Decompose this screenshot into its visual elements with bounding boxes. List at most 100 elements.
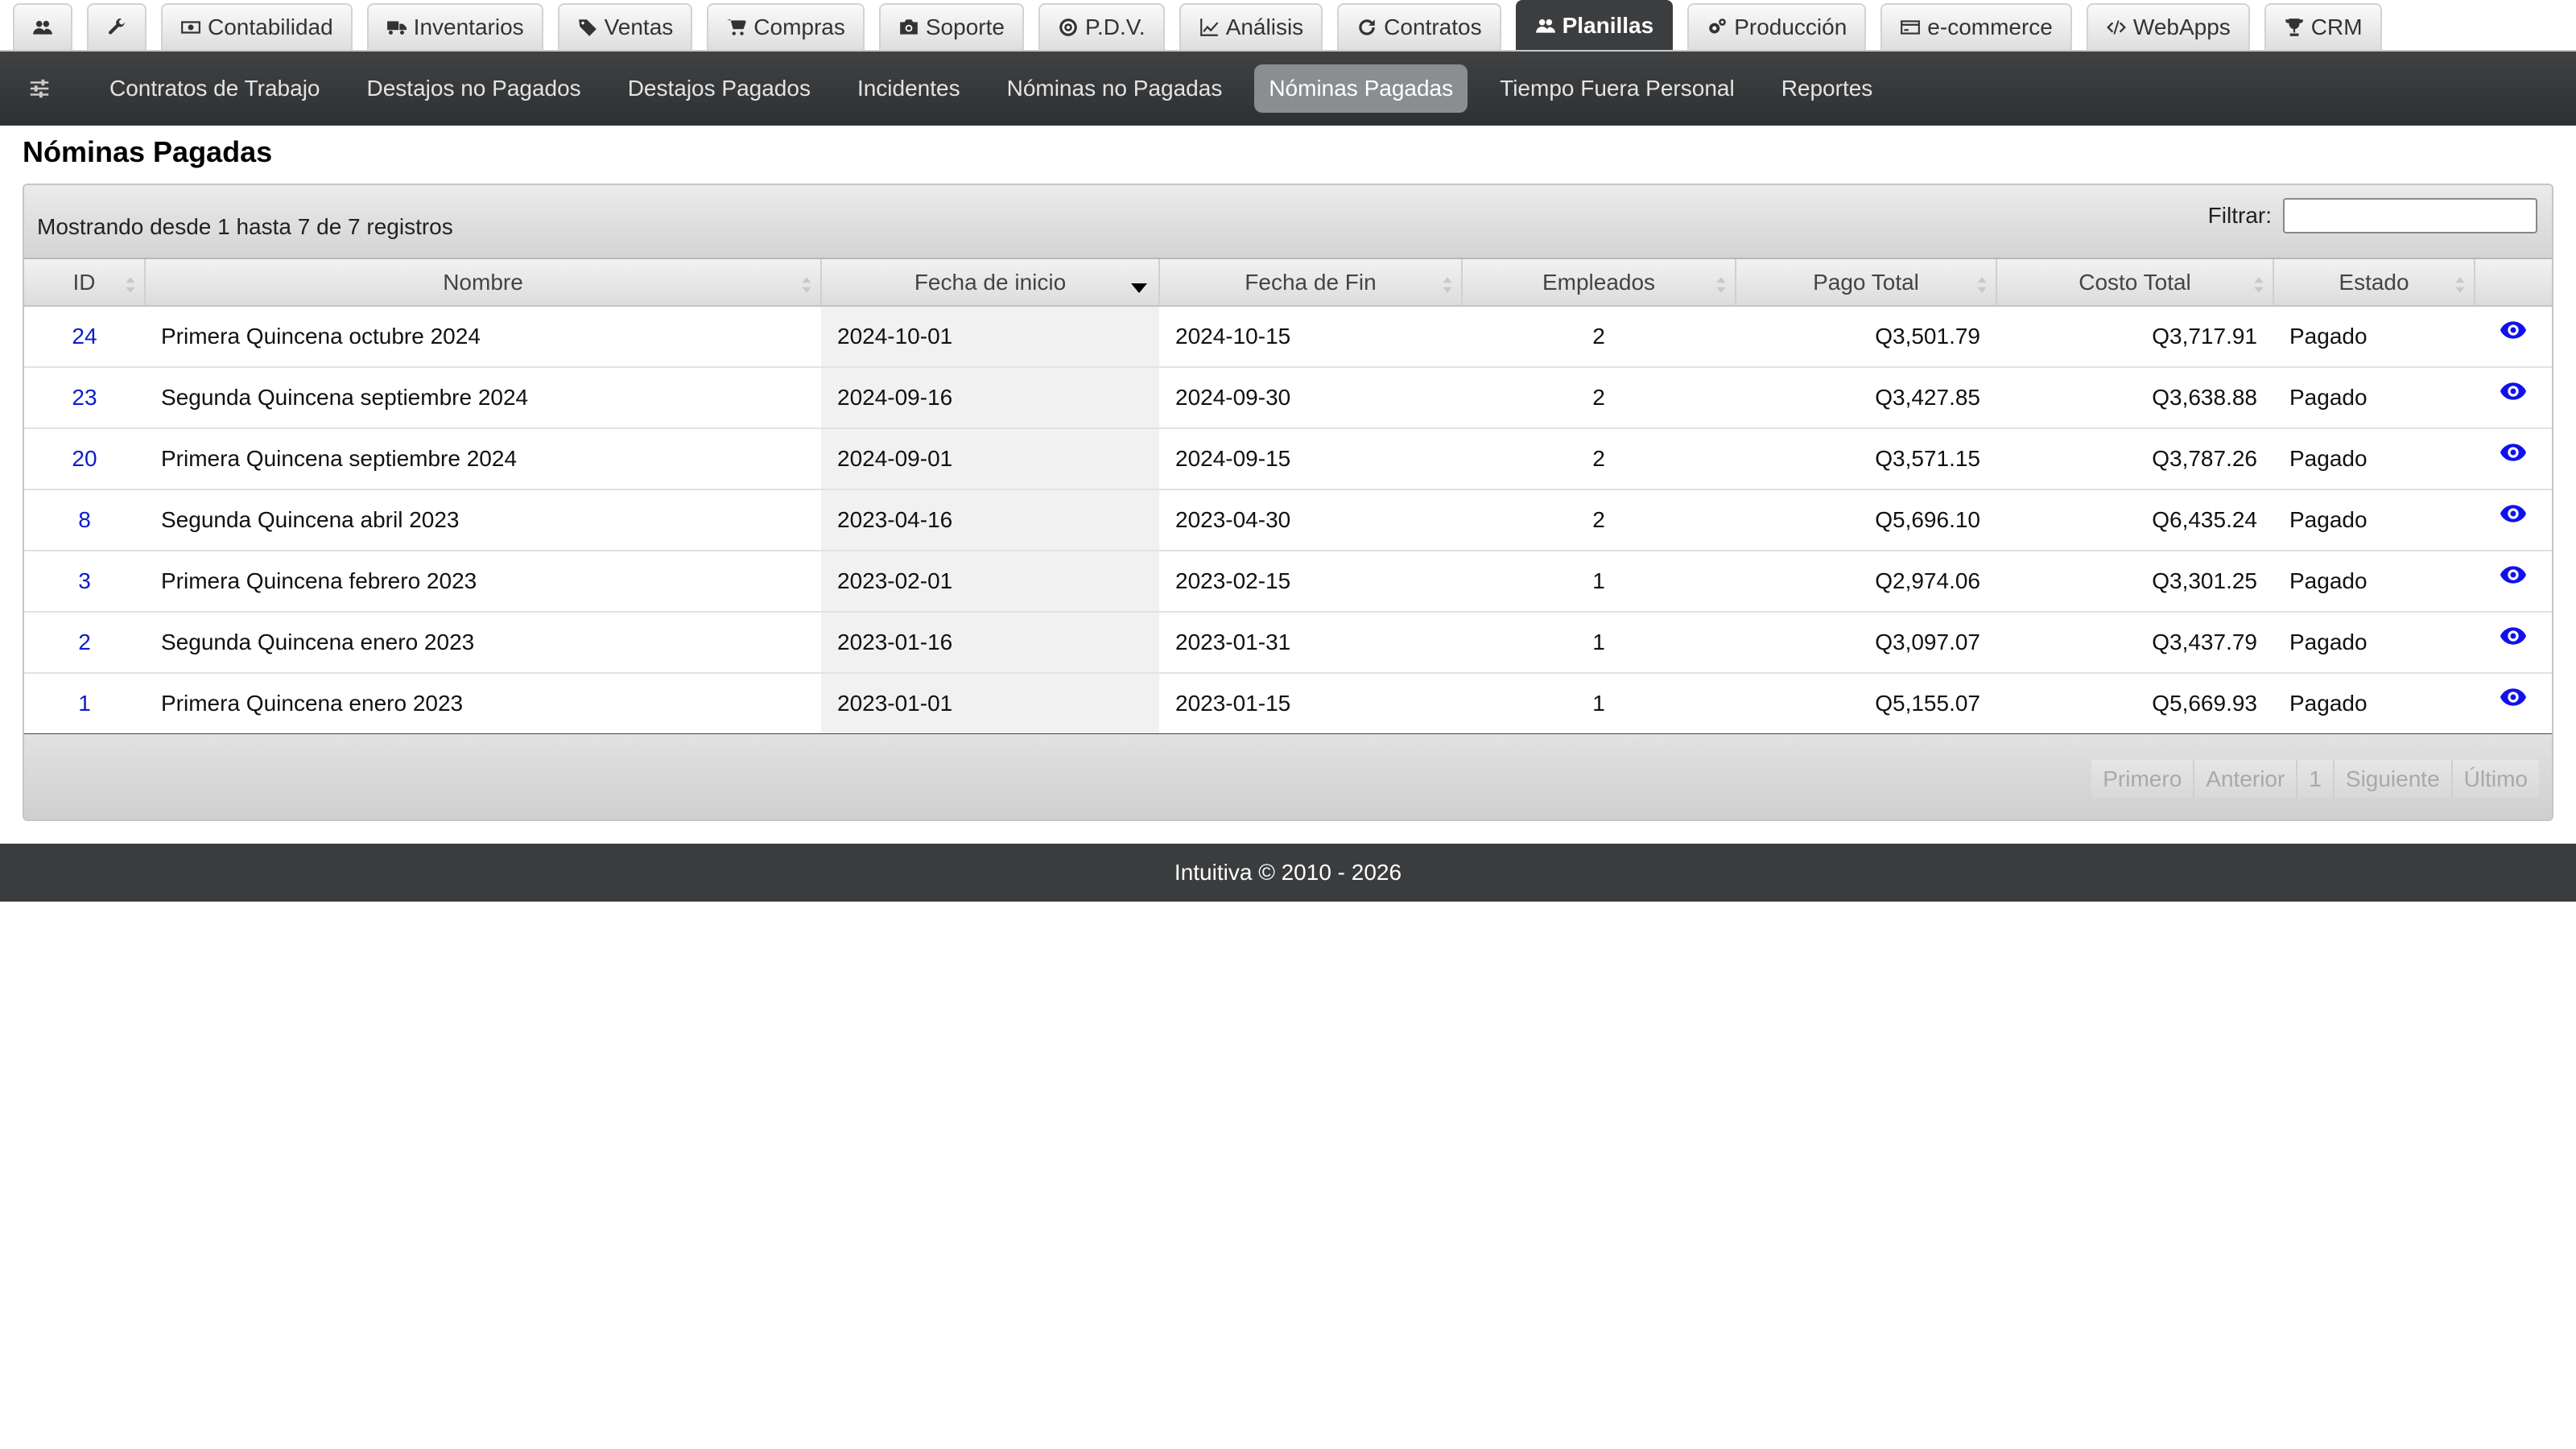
column-header-7[interactable]: Costo Total [1996, 259, 2274, 307]
cell-estado: Pagado [2289, 568, 2368, 593]
tab-webapps[interactable]: WebApps [2086, 3, 2250, 50]
cell-inicio: 2023-01-01 [821, 673, 1159, 734]
column-header-6[interactable]: Pago Total [1736, 259, 1997, 307]
data-table-panel: Mostrando desde 1 hasta 7 de 7 registros… [23, 184, 2553, 821]
view-button[interactable] [2475, 612, 2552, 673]
cell-costo: Q3,787.26 [2152, 446, 2257, 471]
tab-label: CRM [2310, 14, 2363, 39]
row-id-link[interactable]: 2 [24, 612, 145, 673]
column-header-4[interactable]: Fecha de Fin [1159, 259, 1463, 307]
cell-pago: Q3,571.15 [1875, 446, 1980, 471]
tab-análisis[interactable]: Análisis [1179, 3, 1323, 50]
column-header-label: Fecha de Fin [1245, 269, 1377, 295]
table-row[interactable]: 24 Primera Quincena octubre 2024 2024-10-0… [24, 306, 2552, 367]
subnav-item-8[interactable]: Reportes [1767, 64, 1888, 113]
subnav-item-5[interactable]: Nóminas no Pagadas [993, 64, 1237, 113]
page-title: Nóminas Pagadas [23, 135, 273, 168]
cell-estado: Pagado [2289, 324, 2368, 349]
table-row[interactable]: 8 Segunda Quincena abril 2023 2023-04-16 20… [24, 489, 2552, 551]
cell-estado: Pagado [2289, 690, 2368, 716]
column-header-9[interactable] [2475, 259, 2552, 307]
column-header-3[interactable]: Fecha de inicio [821, 259, 1160, 307]
tab-compras[interactable]: Compras [707, 3, 865, 50]
eye-icon [2500, 566, 2526, 584]
table-row[interactable]: 23 Segunda Quincena septiembre 2024 2024-0… [24, 367, 2552, 428]
row-id-link[interactable]: 1 [24, 673, 145, 734]
subnav-item-7[interactable]: Tiempo Fuera Personal [1485, 64, 1749, 113]
row-id-link[interactable]: 23 [24, 367, 145, 428]
column-header-2[interactable]: Nombre [145, 259, 822, 307]
cell-nombre: Segunda Quincena septiembre 2024 [161, 385, 529, 410]
tab-contratos[interactable]: Contratos [1337, 3, 1501, 50]
wrench-icon [109, 18, 125, 35]
pager-button-2[interactable]: Anterior [2194, 760, 2298, 799]
cell-empleados: 2 [1592, 507, 1605, 532]
tab-label: Ventas [604, 14, 674, 39]
tab-wrench[interactable] [87, 3, 147, 50]
tab-soporte[interactable]: Soporte [878, 3, 1024, 50]
target-icon [1059, 19, 1077, 36]
users-icon [1535, 19, 1555, 33]
view-button[interactable] [2475, 551, 2552, 612]
users-icon [33, 20, 52, 35]
tab-e-commerce[interactable]: e-commerce [1880, 3, 2072, 50]
subnav-item-2[interactable]: Destajos no Pagados [353, 64, 596, 113]
sliders-icon[interactable] [27, 76, 52, 101]
view-button[interactable] [2475, 489, 2552, 551]
cell-nombre: Segunda Quincena enero 2023 [161, 630, 475, 654]
refresh-icon [1359, 19, 1375, 35]
cell-nombre: Primera Quincena enero 2023 [161, 690, 464, 716]
subnav-item-6[interactable]: Nóminas Pagadas [1254, 64, 1468, 113]
table-row[interactable]: 3 Primera Quincena febrero 2023 2023-02-01… [24, 551, 2552, 612]
tab-crm[interactable]: CRM [2264, 3, 2382, 50]
tab-label: Análisis [1225, 14, 1304, 39]
pager-button-3[interactable]: 1 [2297, 760, 2334, 799]
cell-fin: 2023-01-15 [1175, 690, 1291, 716]
filter-input[interactable] [2283, 198, 2537, 233]
eye-icon [2500, 505, 2526, 522]
column-header-1[interactable]: ID [24, 259, 146, 307]
view-button[interactable] [2475, 367, 2552, 428]
column-header-5[interactable]: Empleados [1462, 259, 1736, 307]
sub-navigation: Contratos de Trabajo Destajos no Pagados D… [0, 52, 2576, 126]
cell-inicio: 2023-04-16 [821, 489, 1159, 551]
cell-inicio: 2023-01-16 [821, 612, 1159, 673]
subnav-item-3[interactable]: Destajos Pagados [613, 64, 825, 113]
cell-costo: Q3,437.79 [2152, 630, 2257, 654]
camera-icon [900, 19, 918, 35]
cell-estado: Pagado [2289, 630, 2368, 654]
eye-icon [2500, 382, 2526, 400]
row-id-link[interactable]: 3 [24, 551, 145, 612]
table-row[interactable]: 20 Primera Quincena septiembre 2024 2024-0… [24, 428, 2552, 489]
tab-label: Producción [1734, 14, 1847, 39]
tab-planillas[interactable]: Planillas [1515, 0, 1674, 50]
column-header-label: Fecha de inicio [914, 269, 1067, 295]
tab-contabilidad[interactable]: Contabilidad [161, 3, 353, 50]
cell-nombre: Segunda Quincena abril 2023 [161, 507, 460, 532]
subnav-item-1[interactable]: Contratos de Trabajo [95, 64, 335, 113]
tab-producción[interactable]: Producción [1687, 3, 1867, 50]
cell-costo: Q6,435.24 [2152, 507, 2257, 532]
tab-ventas[interactable]: Ventas [557, 3, 693, 50]
pagination: Primero Anterior 1 Siguiente Último [2091, 760, 2539, 799]
tab-p-d-v[interactable]: P.D.V. [1038, 3, 1165, 50]
column-header-8[interactable]: Estado [2273, 259, 2475, 307]
row-id-link[interactable]: 24 [24, 306, 145, 367]
view-button[interactable] [2475, 428, 2552, 489]
pager-button-5[interactable]: Último [2452, 760, 2539, 799]
row-id-link[interactable]: 8 [24, 489, 145, 551]
table-row[interactable]: 2 Segunda Quincena enero 2023 2023-01-16 20… [24, 612, 2552, 673]
subnav-item-4[interactable]: Incidentes [843, 64, 975, 113]
pager-button-1[interactable]: Primero [2091, 760, 2195, 799]
pager-button-4[interactable]: Siguiente [2334, 760, 2453, 799]
payroll-table: ID Nombre Fecha de inicio Fecha de Fin Emple… [24, 259, 2552, 736]
tab-label: Soporte [925, 14, 1005, 39]
cell-inicio: 2023-02-01 [821, 551, 1159, 612]
table-row[interactable]: 1 Primera Quincena enero 2023 2023-01-01 20… [24, 673, 2552, 734]
view-button[interactable] [2475, 306, 2552, 367]
view-button[interactable] [2475, 673, 2552, 734]
code-icon [2106, 20, 2126, 35]
tab-users[interactable] [13, 3, 72, 50]
row-id-link[interactable]: 20 [24, 428, 145, 489]
tab-inventarios[interactable]: Inventarios [366, 3, 543, 50]
